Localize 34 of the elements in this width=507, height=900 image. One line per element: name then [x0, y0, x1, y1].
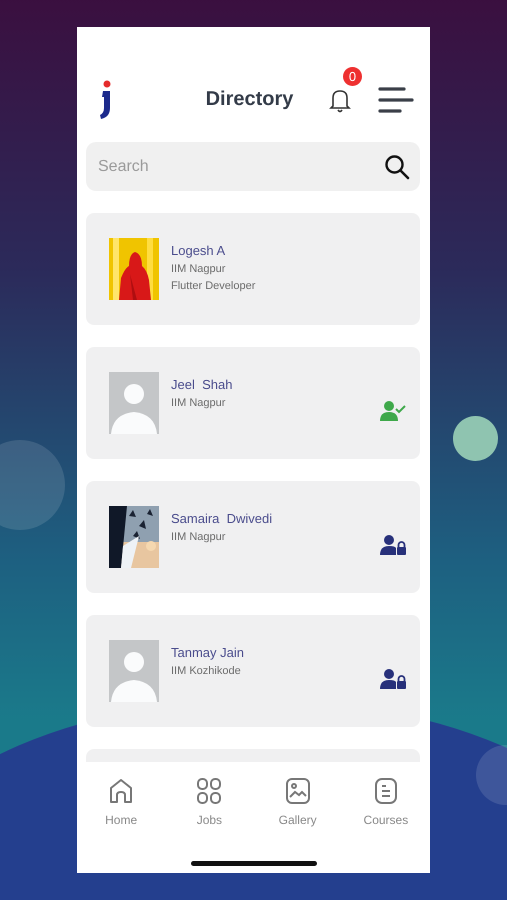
home-icon	[108, 777, 134, 805]
search-icon[interactable]	[384, 154, 410, 180]
user-check-icon[interactable]	[380, 400, 406, 422]
page-title: Directory	[204, 88, 294, 111]
member-card[interactable]: Tanmay Jain IIM Kozhikode	[86, 615, 420, 727]
search-input[interactable]: Search	[96, 156, 378, 176]
logo-icon	[99, 80, 113, 120]
nav-tab[interactable]: Home	[77, 777, 166, 827]
grid-icon	[196, 777, 222, 805]
member-name: Samaira Dwivedi	[171, 511, 274, 526]
user-lock-icon[interactable]	[380, 668, 406, 690]
image-icon	[284, 777, 311, 805]
nav-tab[interactable]: Courses	[342, 777, 430, 827]
menu-icon[interactable]	[378, 86, 414, 114]
member-card[interactable]: Logesh A IIM Nagpur Flutter Developer	[86, 213, 420, 325]
member-name: Logesh A	[171, 243, 226, 258]
avatar-placeholder-icon	[109, 640, 159, 702]
document-icon	[372, 777, 399, 805]
member-name: Tanmay Jain	[171, 645, 245, 660]
member-card[interactable]: Samaira Dwivedi IIM Nagpur	[86, 481, 420, 593]
member-name: Jeel Shah	[171, 377, 234, 392]
member-institute: IIM Nagpur	[171, 531, 226, 543]
member-card[interactable]: Jeel Shah IIM Nagpur	[86, 347, 420, 459]
nav-tab[interactable]: Jobs	[165, 777, 254, 827]
notification-badge: 0	[343, 66, 362, 86]
avatar-placeholder-icon	[109, 372, 159, 434]
member-role: Flutter Developer	[171, 280, 256, 292]
search-field[interactable]: Search	[86, 142, 420, 191]
member-institute: IIM Nagpur	[171, 263, 226, 275]
member-institute: IIM Kozhikode	[171, 665, 242, 677]
user-lock-icon[interactable]	[380, 534, 406, 556]
nav-tab[interactable]: Gallery	[254, 777, 342, 827]
member-institute: IIM Nagpur	[171, 397, 226, 409]
decor-circle	[453, 416, 498, 461]
